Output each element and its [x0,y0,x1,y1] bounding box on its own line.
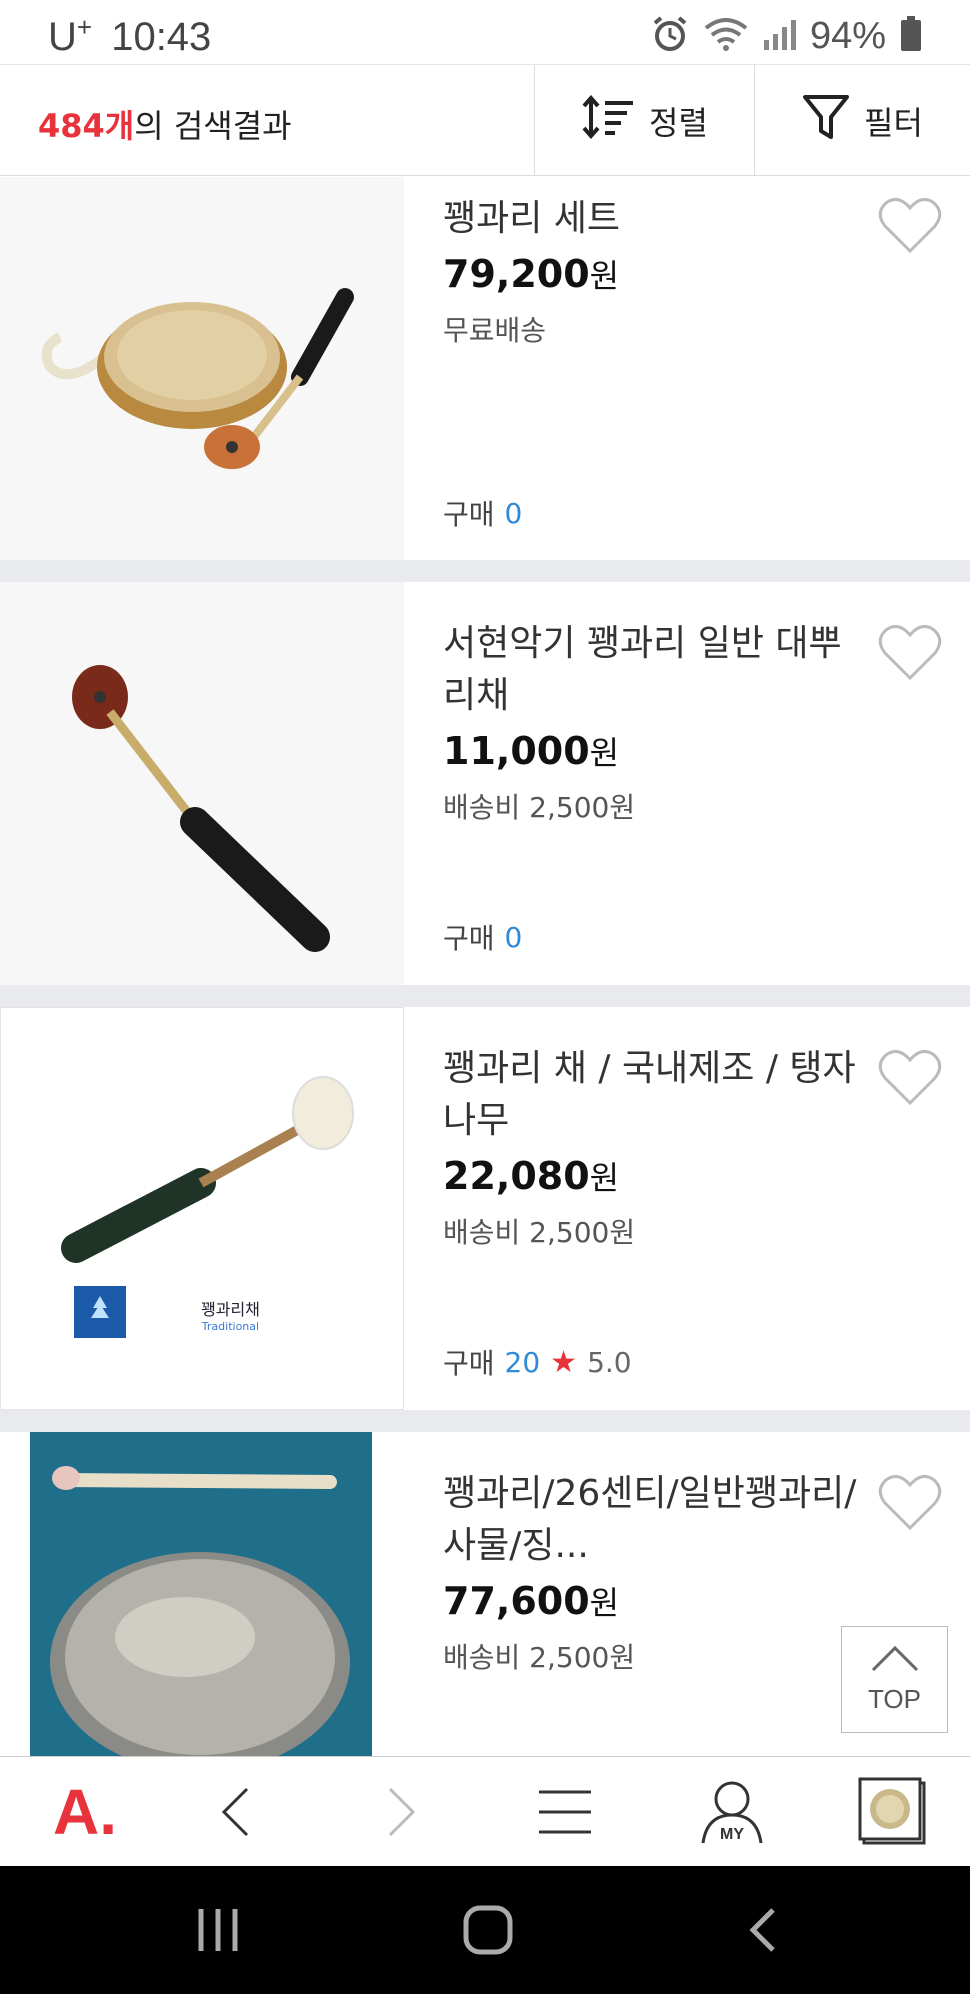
wishlist-heart-icon[interactable] [878,622,942,682]
wishlist-heart-icon[interactable] [878,1047,942,1107]
divider [0,1410,970,1432]
product-card[interactable]: 꽹과리채 Traditional 꽹과리 채 / 국내제조 / 탱자나무 22,… [0,1007,970,1410]
wishlist-heart-icon[interactable] [878,195,942,255]
result-count: 484개의 검색결과 [38,107,292,145]
product-price: 77,600원 [443,1579,620,1623]
rating-value: 5.0 [587,1345,632,1379]
chevron-up-icon [870,1645,920,1680]
svg-text:MY: MY [720,1826,744,1843]
sort-button[interactable]: 정렬 [534,65,754,176]
status-bar: U+ 10:43 94% [0,0,970,64]
shipping-info: 무료배송 [443,314,547,347]
product-title[interactable]: 꽹과리/26센티/일반꽹과리/사물/징... [443,1468,863,1572]
recent-viewed-thumbnail[interactable] [855,1777,931,1847]
product-price: 22,080원 [443,1154,620,1198]
scroll-to-top-button[interactable]: TOP [841,1626,948,1733]
browser-toolbar: A. MY [0,1756,970,1866]
top-label: TOP [868,1683,921,1714]
divider [0,560,970,582]
purchase-count: 구매 20 ★ 5.0 [443,1344,632,1381]
wifi-icon [704,16,748,56]
battery-percent: 94% [809,14,886,57]
image-caption: 꽹과리채 Traditional [201,1300,260,1333]
system-navigation-bar [0,1866,970,1994]
product-price: 79,200원 [443,252,620,296]
forward-button[interactable] [372,1777,432,1847]
product-image[interactable]: 꽹과리채 Traditional [0,1007,404,1410]
alarm-icon [650,14,690,58]
purchase-count: 구매 0 [443,920,523,956]
filter-icon [802,93,850,149]
clock: 10:43 [111,15,212,59]
product-title[interactable]: 서현악기 꽹과리 일반 대뿌리채 [443,618,863,722]
home-icon[interactable] [448,1900,528,1960]
search-result-header: 484개의 검색결과 정렬 필터 [0,64,970,176]
product-card[interactable]: 서현악기 꽹과리 일반 대뿌리채 11,000원 배송비 2,500원 구매 0 [0,582,970,985]
menu-icon[interactable] [535,1777,595,1847]
product-image[interactable] [0,582,404,985]
wishlist-heart-icon[interactable] [878,1472,942,1532]
product-card[interactable]: 꽹과리 세트 79,200원 무료배송 구매 0 [0,177,970,560]
shipping-info: 배송비 2,500원 [443,1641,636,1674]
battery-icon [900,16,922,56]
product-title[interactable]: 꽹과리 세트 [443,193,863,245]
purchase-count: 구매 0 [443,496,523,532]
home-logo[interactable]: A. [40,1776,130,1848]
filter-label: 필터 [864,103,923,142]
filter-button[interactable]: 필터 [754,65,970,176]
signal-icon [762,18,796,54]
divider [0,985,970,1007]
back-button[interactable] [205,1777,265,1847]
shipping-info: 배송비 2,500원 [443,1216,636,1249]
product-image[interactable] [0,1432,404,1756]
product-image[interactable] [0,177,404,560]
shipping-info: 배송비 2,500원 [443,791,636,824]
carrier-label: U+ 10:43 [48,12,212,59]
product-price: 11,000원 [443,729,620,773]
product-card[interactable]: 꽹과리/26센티/일반꽹과리/사물/징... 77,600원 배송비 2,500… [0,1432,970,1756]
star-icon: ★ [550,1344,578,1380]
recent-apps-icon[interactable] [178,1900,258,1960]
product-title[interactable]: 꽹과리 채 / 국내제조 / 탱자나무 [443,1043,863,1147]
sort-icon [581,94,635,147]
sort-label: 정렬 [649,103,708,142]
my-account-icon[interactable]: MY [692,1777,772,1847]
back-icon[interactable] [722,1900,802,1960]
